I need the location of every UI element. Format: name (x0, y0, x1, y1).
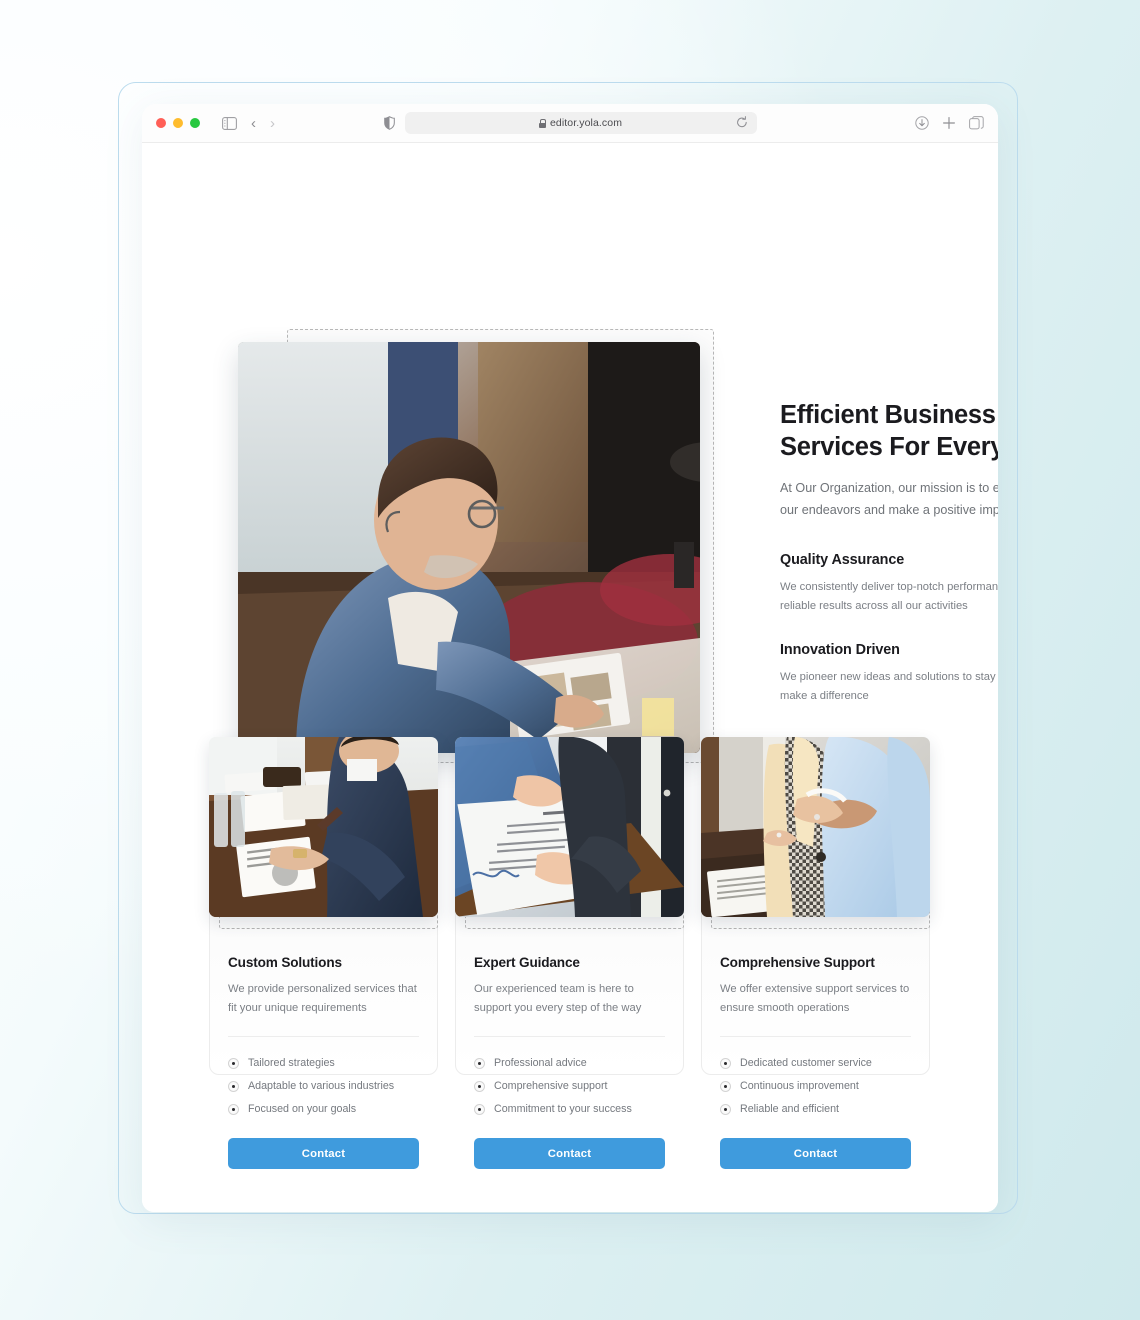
reload-icon[interactable] (736, 116, 748, 134)
card-image-artwork (455, 737, 684, 917)
sidebar-toggle-icon[interactable] (222, 116, 237, 130)
list-item-label: Adaptable to various industries (248, 1080, 395, 1092)
card-image-artwork (209, 737, 438, 917)
list-item-label: Focused on your goals (248, 1103, 357, 1115)
contact-button[interactable]: Contact (474, 1138, 665, 1169)
card-body: Expert Guidance Our experienced team is … (455, 917, 684, 1169)
bullet-icon (228, 1104, 239, 1115)
contact-button[interactable]: Contact (720, 1138, 911, 1169)
list-item-label: Commitment to your success (494, 1103, 632, 1115)
card-image-artwork (701, 737, 930, 917)
maximize-button[interactable] (190, 118, 200, 128)
forward-button[interactable]: › (270, 116, 275, 131)
back-button[interactable]: ‹ (251, 116, 256, 131)
card-title: Expert Guidance (474, 955, 580, 970)
page-title: Efficient Business Services For Every Ne… (780, 401, 998, 461)
card-feature-list: Professional advice Comprehensive suppor… (474, 1052, 665, 1121)
list-item: Commitment to your success (474, 1098, 665, 1121)
card-body: Custom Solutions We provide personalized… (209, 917, 438, 1169)
bullet-icon (474, 1058, 485, 1069)
shield-icon[interactable] (383, 116, 395, 130)
card-feature-list: Dedicated customer service Continuous im… (720, 1052, 911, 1121)
card-description: We offer extensive support services to e… (720, 983, 910, 1014)
contact-button[interactable]: Contact (228, 1138, 419, 1169)
url-text: editor.yola.com (549, 117, 623, 129)
hero-image[interactable] (238, 342, 700, 753)
list-item-label: Dedicated customer service (740, 1057, 872, 1069)
bullet-icon (228, 1058, 239, 1069)
list-item-label: Reliable and efficient (740, 1103, 840, 1115)
tab-overview-icon[interactable] (969, 116, 984, 130)
list-item: Reliable and efficient (720, 1098, 911, 1121)
bullet-icon (474, 1081, 485, 1092)
hero-image-artwork (238, 342, 700, 753)
minimize-button[interactable] (173, 118, 183, 128)
list-item: Dedicated customer service (720, 1052, 911, 1075)
list-item: Comprehensive support (474, 1075, 665, 1098)
bullet-icon (720, 1081, 731, 1092)
feature-quality-assurance: Quality Assurance We consistently delive… (780, 552, 998, 616)
card-description: We provide personalized services that fi… (228, 983, 417, 1014)
card-body: Comprehensive Support We offer extensive… (701, 917, 930, 1169)
feature-title: Quality Assurance (780, 552, 905, 568)
list-item: Continuous improvement (720, 1075, 911, 1098)
download-icon[interactable] (915, 116, 929, 130)
lock-icon (538, 118, 547, 128)
hero-subtitle: At Our Organization, our mission is to e… (780, 481, 998, 517)
card-title: Comprehensive Support (720, 955, 875, 970)
list-item: Focused on your goals (228, 1098, 419, 1121)
browser-window: ‹ › editor.yola.com Efficient Business S… (142, 104, 998, 1212)
card-description: Our experienced team is here to support … (474, 983, 642, 1014)
list-item-label: Tailored strategies (248, 1057, 335, 1069)
card-feature-list: Tailored strategies Adaptable to various… (228, 1052, 419, 1121)
list-item: Adaptable to various industries (228, 1075, 419, 1098)
feature-body: We pioneer new ideas and solutions to st… (780, 671, 998, 702)
plus-icon[interactable] (942, 116, 956, 130)
card-title: Custom Solutions (228, 955, 342, 970)
card-image[interactable] (701, 737, 930, 917)
list-item-label: Professional advice (494, 1057, 587, 1069)
list-item-label: Comprehensive support (494, 1080, 608, 1092)
bullet-icon (720, 1104, 731, 1115)
card-divider (474, 1036, 665, 1037)
bullet-icon (720, 1058, 731, 1069)
feature-innovation-driven: Innovation Driven We pioneer new ideas a… (780, 642, 998, 706)
card-image[interactable] (209, 737, 438, 917)
card-image[interactable] (455, 737, 684, 917)
card-divider (720, 1036, 911, 1037)
list-item: Tailored strategies (228, 1052, 419, 1075)
feature-title: Innovation Driven (780, 642, 900, 658)
card-divider (228, 1036, 419, 1037)
bullet-icon (474, 1104, 485, 1115)
address-bar[interactable]: editor.yola.com (404, 112, 757, 134)
browser-toolbar: ‹ › editor.yola.com (142, 104, 998, 143)
bullet-icon (228, 1081, 239, 1092)
list-item-label: Continuous improvement (740, 1080, 859, 1092)
feature-body: We consistently deliver top-notch perfor… (780, 581, 998, 612)
close-button[interactable] (156, 118, 166, 128)
list-item: Professional advice (474, 1052, 665, 1075)
website-canvas: Efficient Business Services For Every Ne… (142, 143, 998, 1212)
hero-text-block: Efficient Business Services For Every Ne… (780, 399, 998, 706)
window-controls[interactable] (156, 118, 200, 128)
